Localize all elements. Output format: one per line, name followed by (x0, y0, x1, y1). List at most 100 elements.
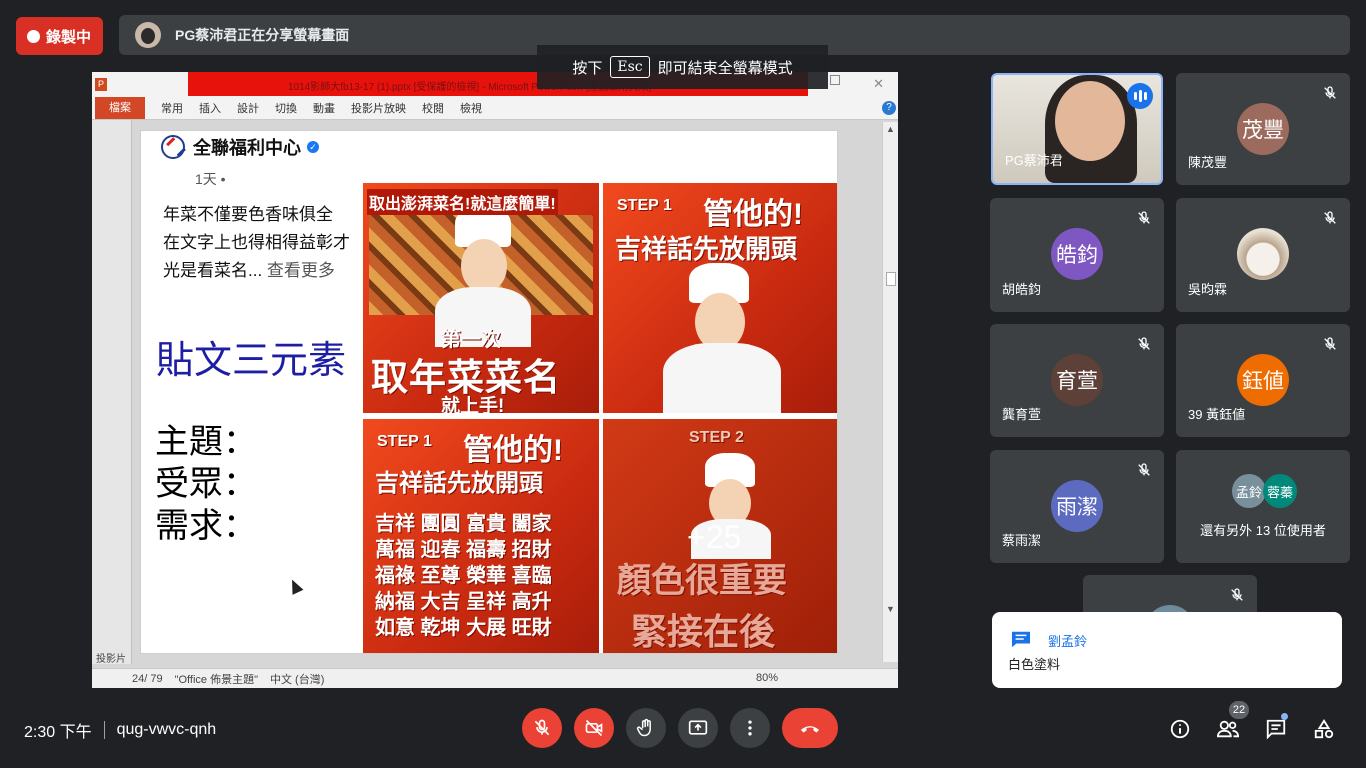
fb-see-more: 查看更多 (266, 261, 335, 280)
slide-element-item: 需求： (155, 506, 257, 546)
tile3-word-row: 萬福 迎春 福壽 招財 (375, 539, 552, 561)
participant-name: 龔育萱 (1002, 407, 1042, 422)
mic-off-icon (1322, 210, 1338, 226)
scroll-thumb[interactable] (886, 272, 896, 286)
participant-tile[interactable]: 雨潔 蔡雨潔 (990, 450, 1164, 563)
fb-page-name: 全聯福利中心 (193, 138, 301, 158)
participant-tile[interactable]: 鈺値 39 黃鈺値 (1176, 324, 1350, 437)
participant-avatar: 雨潔 (1051, 480, 1103, 532)
chef-face (461, 239, 507, 293)
participant-tile[interactable]: 吳昀霖 (1176, 198, 1350, 312)
more-participants-label: 還有另外 13 位使用者 (1200, 523, 1326, 538)
ppt-tab[interactable]: 動畫 (313, 100, 335, 116)
fb-post-header: 全聯福利中心 ✓ (161, 134, 319, 160)
participant-tile[interactable]: 皓鈞 胡皓鈞 (990, 198, 1164, 312)
fb-post-line: 年菜不僅要色香味俱全 (163, 205, 333, 224)
mic-toggle-button[interactable] (522, 708, 562, 748)
meeting-details: 2:30 下午 qug-vwvc-qnh (24, 718, 216, 742)
chat-icon (1266, 719, 1286, 740)
chef-coat (663, 343, 781, 413)
recording-label: 錄製中 (46, 28, 92, 46)
chat-message: 白色塗料 (1008, 657, 1061, 672)
info-icon (1170, 719, 1190, 739)
participant-avatar: 孟鈴 (1232, 474, 1266, 508)
slide-element-item: 受眾： (155, 464, 257, 504)
ppt-slide-panel-label: 投影片 (96, 654, 126, 665)
slide-canvas: 全聯福利中心 ✓ 1天 • 年菜不僅要色香味俱全 在文字上也得相得益彰才 光是看… (140, 130, 838, 654)
present-screen-button[interactable] (678, 708, 718, 748)
tile1-header: 取出澎湃菜名!就這麼簡單! (367, 189, 558, 215)
ppt-statusbar: 24/ 79 "Office 佈景主題" 中文 (台灣) 80% (92, 668, 898, 688)
divider (103, 721, 105, 739)
activities-button[interactable] (1311, 716, 1337, 742)
ppt-zoom-level[interactable]: 80% (756, 672, 778, 684)
fullscreen-exit-hint: 按下 Esc 即可結束全螢幕模式 (537, 45, 828, 89)
participant-name: 胡皓鈞 (1002, 282, 1042, 297)
ppt-scrollbar[interactable]: ▲ ▼ (882, 122, 898, 662)
camera-off-icon (585, 719, 603, 737)
participant-tile[interactable]: PG蔡沛君 (991, 73, 1163, 185)
ppt-tab[interactable]: 插入 (199, 100, 221, 116)
tile3-words: 吉祥 團圓 富貴 闔家 萬福 迎春 福壽 招財 福祿 至尊 榮華 喜臨 納福 大… (375, 511, 552, 641)
mic-off-icon (1229, 587, 1245, 603)
ppt-tab[interactable]: 常用 (161, 100, 183, 116)
mic-off-icon (1136, 336, 1152, 352)
more-vert-icon (748, 720, 752, 736)
image-tile-lucky-words: STEP 1 管他的! 吉祥話先放開頭 吉祥 團圓 富貴 闔家 萬福 迎春 福壽… (363, 419, 599, 653)
camera-toggle-button[interactable] (574, 708, 614, 748)
meeting-info-button[interactable] (1167, 716, 1193, 742)
more-participants-tile[interactable]: 孟鈴 蓉蓁 還有另外 13 位使用者 (1176, 450, 1350, 563)
participant-name: 陳茂豐 (1188, 155, 1228, 170)
more-options-button[interactable] (730, 708, 770, 748)
chat-notification[interactable]: 劉孟鈴 白色塗料 (992, 612, 1342, 688)
people-button[interactable] (1215, 716, 1241, 742)
tile3-word-row: 吉祥 團圓 富貴 闔家 (375, 513, 552, 535)
esc-hint-prefix: 按下 (572, 59, 603, 77)
participant-avatar: 蓉蓁 (1263, 474, 1297, 508)
tile3-subtitle: 吉祥話先放開頭 (375, 470, 543, 497)
help-icon[interactable]: ? (882, 101, 896, 115)
people-icon (1216, 720, 1240, 738)
participant-name: 吳昀霖 (1188, 282, 1228, 297)
participant-avatar: 皓鈞 (1051, 228, 1103, 280)
leave-call-button[interactable] (782, 708, 838, 748)
raise-hand-button[interactable] (626, 708, 666, 748)
ppt-language: 中文 (台灣) (270, 673, 325, 686)
mic-off-icon (1136, 462, 1152, 478)
ppt-ribbon-tabs: 檔案 常用 插入 設計 切換 動畫 投影片放映 校閱 檢視 ? (92, 96, 898, 120)
mic-off-icon (1322, 85, 1338, 101)
ppt-slide-panel[interactable]: 投影片 (92, 120, 132, 665)
tile3-word-row: 福祿 至尊 榮華 喜臨 (375, 565, 552, 587)
ppt-tab[interactable]: 檢視 (460, 100, 482, 116)
tile4-line1: 顏色很重要 (617, 562, 787, 600)
ppt-tab[interactable]: 設計 (237, 100, 259, 116)
recording-indicator[interactable]: 錄製中 (16, 17, 103, 55)
participant-avatar: 育萱 (1051, 354, 1103, 406)
present-icon (688, 720, 708, 735)
mic-off-icon (1322, 336, 1338, 352)
close-icon[interactable]: ✕ (873, 76, 884, 92)
presentation-banner-text: PG蔡沛君正在分享螢幕畫面 (175, 27, 350, 43)
participant-tile[interactable]: 育萱 龔育萱 (990, 324, 1164, 437)
shared-screen: P 1014影師大fb13-17 (1).pptx [受保護的檢視] - Mic… (92, 72, 898, 688)
image-tile-step2: STEP 2 +25 顏色很重要 緊接在後 (603, 419, 837, 653)
chat-icon (1012, 631, 1030, 648)
ppt-tab[interactable]: 切換 (275, 100, 297, 116)
tile2-subtitle: 吉祥話先放開頭 (615, 234, 798, 264)
ppt-file-tab[interactable]: 檔案 (95, 96, 145, 119)
ppt-tab[interactable]: 投影片放映 (351, 100, 406, 116)
speaking-indicator-icon (1127, 83, 1153, 109)
participant-avatar: 茂豐 (1237, 103, 1289, 155)
participant-tile[interactable]: 茂豐 陳茂豐 (1176, 73, 1350, 185)
record-dot-icon (27, 29, 40, 43)
scroll-down-icon[interactable]: ▼ (886, 604, 895, 614)
participant-name: 蔡雨潔 (1002, 533, 1042, 548)
ppt-tab[interactable]: 校閱 (422, 100, 444, 116)
scroll-up-icon[interactable]: ▲ (886, 124, 895, 134)
participant-name: 39 黃鈺値 (1188, 407, 1246, 422)
activities-icon (1314, 719, 1334, 739)
verified-badge-icon: ✓ (307, 141, 319, 153)
current-time: 2:30 下午 (24, 724, 92, 741)
ppt-slide-counter: 24/ 79 (132, 672, 163, 685)
maximize-icon[interactable] (830, 75, 840, 85)
